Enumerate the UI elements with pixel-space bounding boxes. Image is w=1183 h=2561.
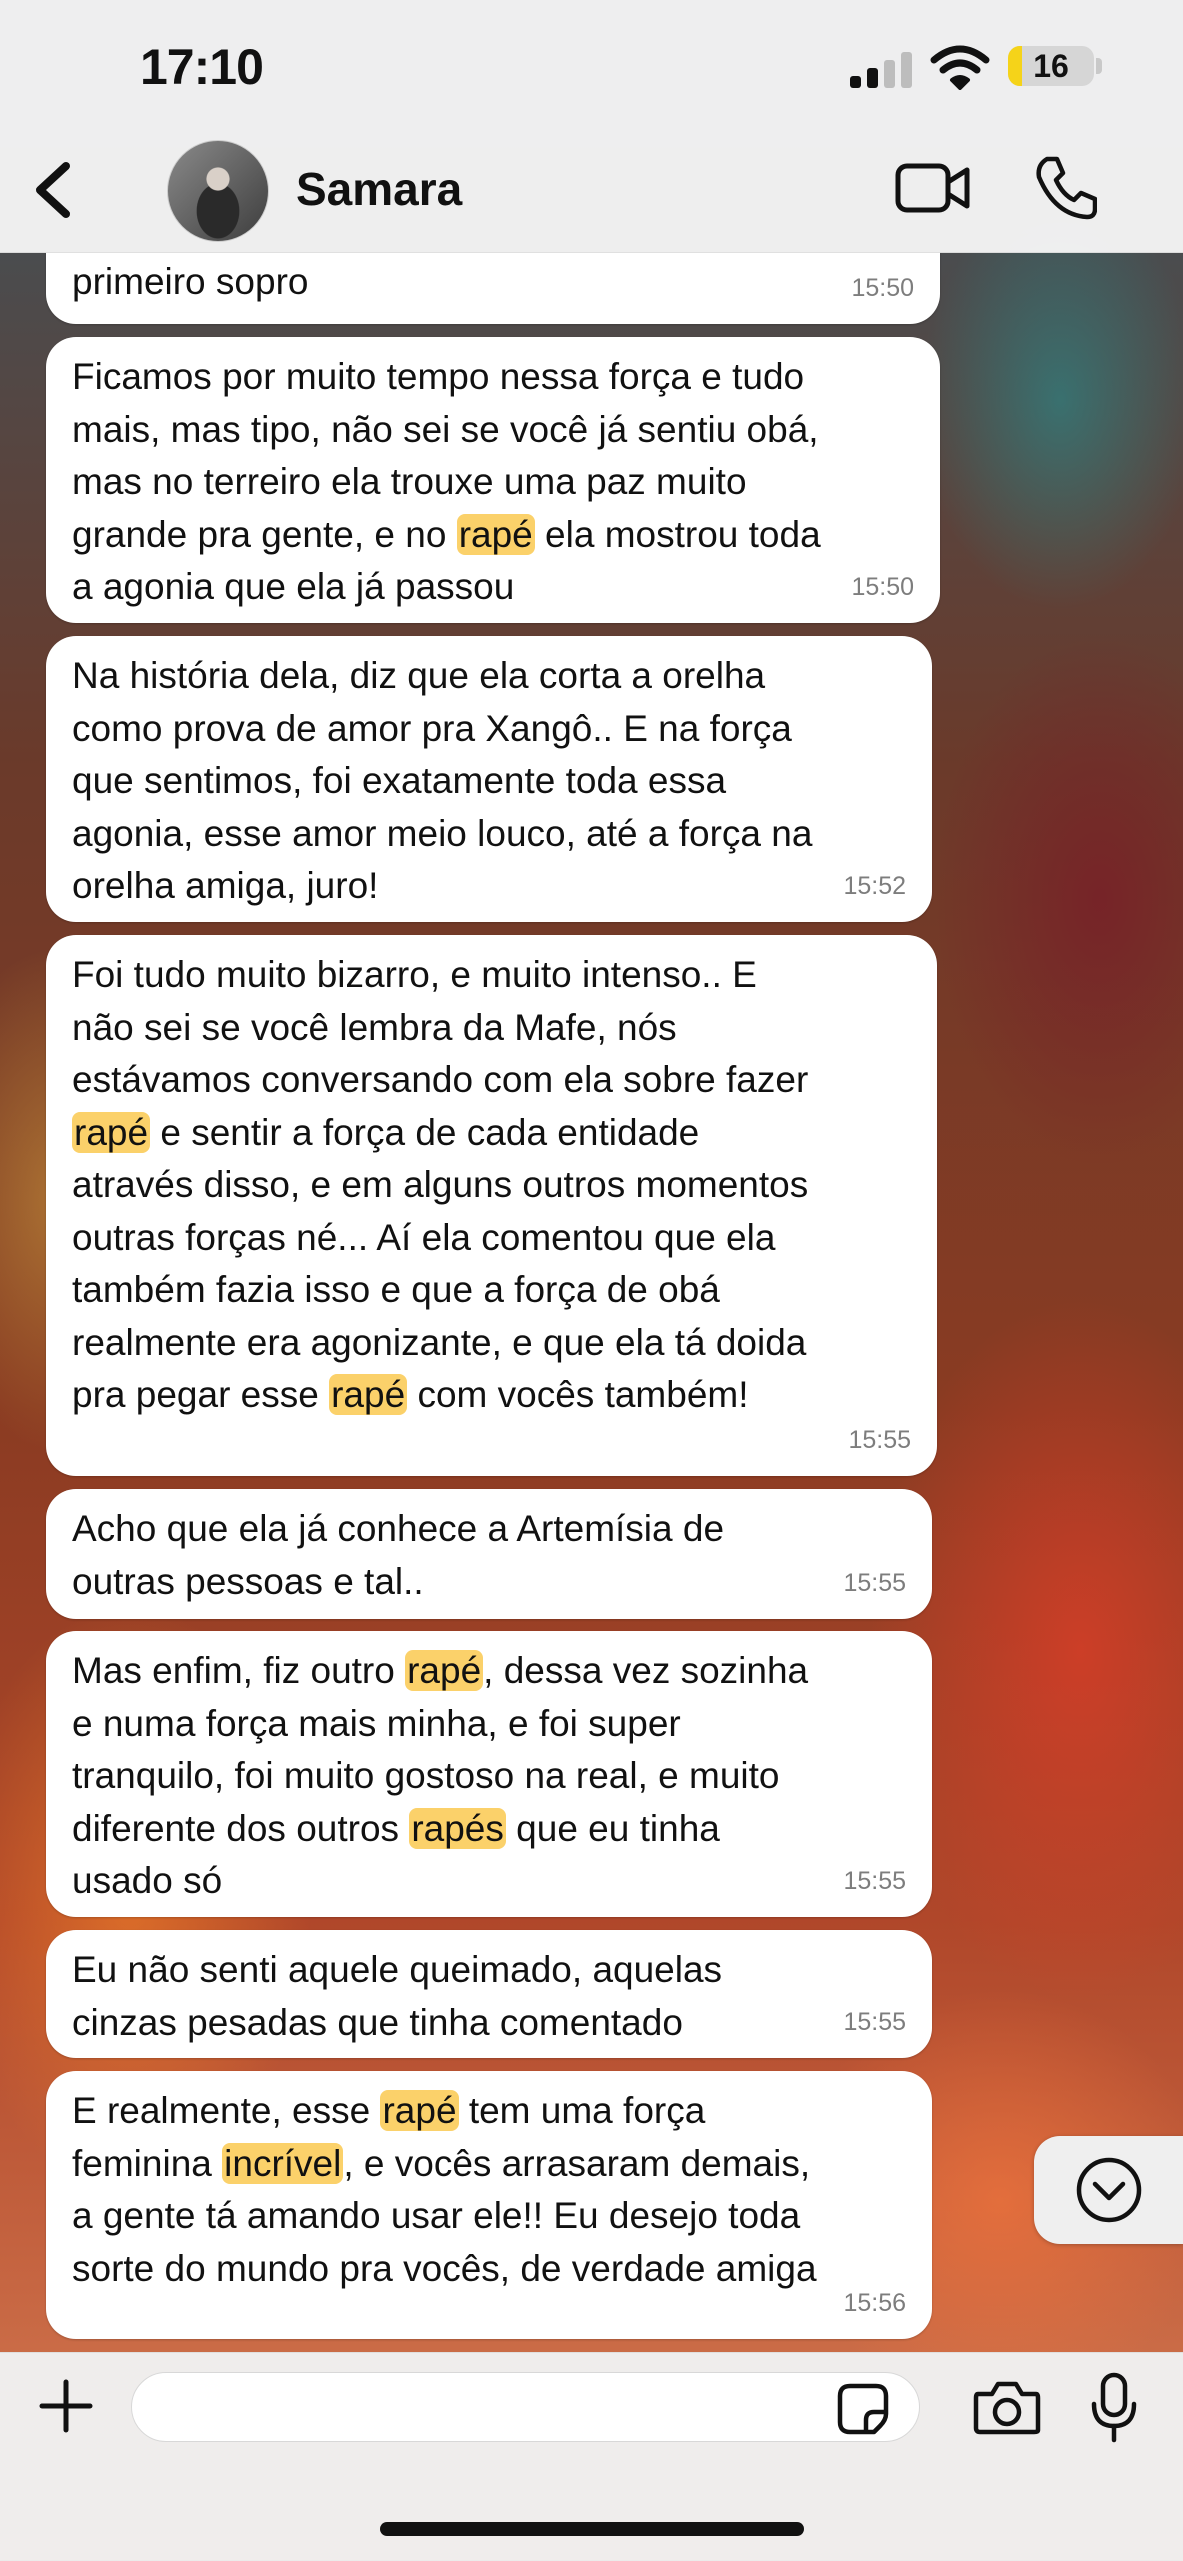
- message-text: Eu não senti aquele queimado, aquelas ci…: [72, 1949, 723, 2043]
- message-text: Foi tudo muito bizarro, e muito intenso.…: [72, 954, 809, 1415]
- message-time: 15:55: [843, 1568, 906, 1597]
- highlighted-word: rapé: [456, 513, 535, 555]
- status-time: 17:10: [140, 39, 264, 95]
- highlighted-word: incrível: [222, 2142, 344, 2184]
- avatar[interactable]: [167, 140, 269, 242]
- message-bubble[interactable]: E realmente, esse rapé tem uma força fem…: [46, 2071, 932, 2339]
- microphone-icon[interactable]: [1090, 2372, 1138, 2444]
- message-bubble[interactable]: primeiro sopro 15:50: [46, 252, 940, 324]
- highlighted-word: rapé: [405, 1650, 484, 1691]
- battery-level: 16: [1033, 48, 1069, 84]
- wifi-icon: [930, 45, 990, 90]
- message-text: Mas enfim, fiz outro rapé, dessa vez soz…: [72, 1650, 809, 1901]
- highlighted-word: rapé: [380, 2090, 459, 2131]
- message-time: 15:55: [843, 2007, 906, 2036]
- chat-header: 17:10 16 Samara: [0, 0, 1183, 253]
- message-time: 15:50: [851, 273, 914, 302]
- highlighted-word: rapés: [409, 1807, 506, 1849]
- scroll-to-bottom-button[interactable]: [1034, 2136, 1183, 2244]
- message-text: Na história dela, diz que ela corta a or…: [72, 655, 813, 906]
- signal-icon: [850, 48, 912, 88]
- message-bubble[interactable]: Acho que ela já conhece a Artemísia de o…: [46, 1489, 932, 1619]
- message-time: 15:52: [843, 871, 906, 900]
- sticker-icon[interactable]: [836, 2382, 890, 2436]
- video-camera-icon[interactable]: [895, 160, 971, 216]
- message-bubble[interactable]: Na história dela, diz que ela corta a or…: [46, 636, 932, 922]
- message-bubble[interactable]: Foi tudo muito bizarro, e muito intenso.…: [46, 935, 937, 1476]
- message-time: 15:56: [843, 2288, 906, 2317]
- highlighted-word: rapé: [72, 1111, 151, 1153]
- phone-icon[interactable]: [1033, 155, 1097, 221]
- message-bubble[interactable]: Eu não senti aquele queimado, aquelas ci…: [46, 1930, 932, 2058]
- message-text: Ficamos por muito tempo nessa força e tu…: [72, 356, 821, 607]
- message-input[interactable]: [131, 2372, 920, 2442]
- plus-icon[interactable]: [38, 2378, 94, 2434]
- message-list[interactable]: primeiro sopro 15:50 Ficamos por muito t…: [0, 252, 1183, 2352]
- battery-icon: 16: [1008, 46, 1094, 86]
- chevron-down-icon: [1076, 2157, 1142, 2223]
- camera-icon[interactable]: [972, 2380, 1042, 2436]
- highlighted-word: rapé: [329, 1374, 408, 1415]
- contact-name[interactable]: Samara: [296, 162, 462, 216]
- message-text: E realmente, esse rapé tem uma força fem…: [72, 2090, 817, 2289]
- message-time: 15:55: [848, 1425, 911, 1454]
- message-time: 15:50: [851, 572, 914, 601]
- message-time: 15:55: [843, 1866, 906, 1895]
- message-bubble[interactable]: Mas enfim, fiz outro rapé, dessa vez soz…: [46, 1631, 932, 1917]
- battery-tip: [1096, 58, 1102, 74]
- message-text: Acho que ela já conhece a Artemísia de o…: [72, 1508, 725, 1602]
- message-bubble[interactable]: Ficamos por muito tempo nessa força e tu…: [46, 337, 940, 623]
- back-chevron-icon[interactable]: [30, 160, 80, 220]
- home-indicator: [380, 2522, 804, 2536]
- message-text: primeiro sopro: [72, 261, 309, 302]
